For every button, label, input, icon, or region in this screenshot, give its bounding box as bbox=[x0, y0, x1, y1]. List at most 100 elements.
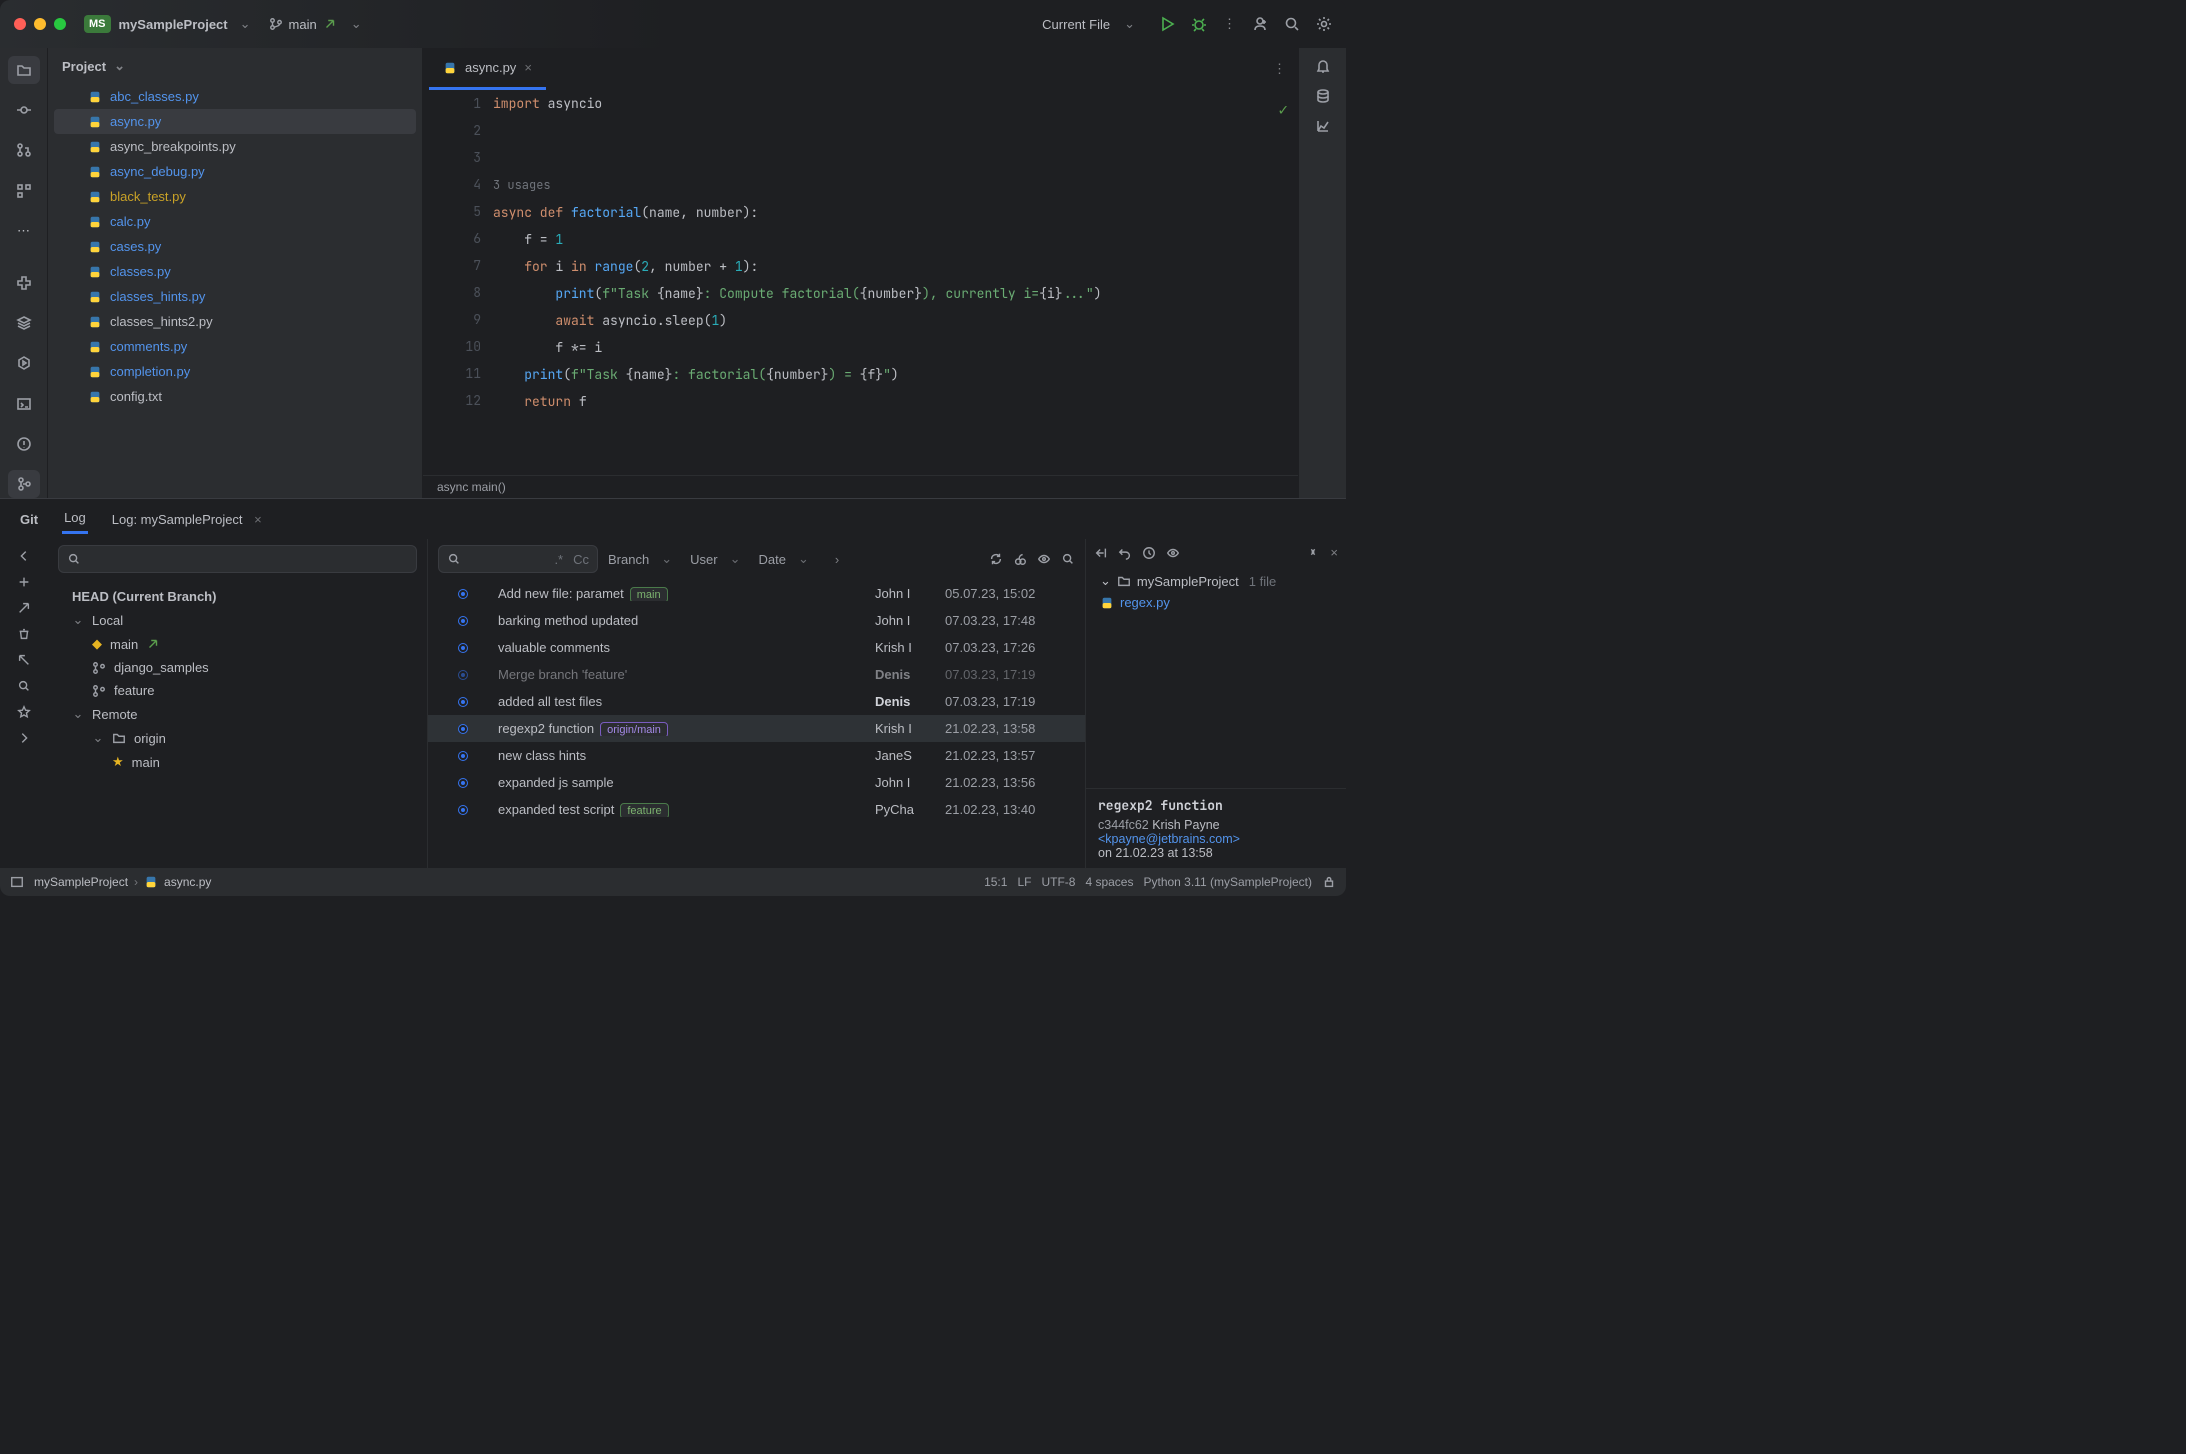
sci-view-icon[interactable] bbox=[1315, 118, 1331, 134]
commit-row[interactable]: Add new file: parametmainJohn I05.07.23,… bbox=[428, 580, 1085, 607]
problems-tool-button[interactable] bbox=[8, 430, 40, 458]
editor-breadcrumb[interactable]: async main() bbox=[423, 475, 1298, 498]
star-icon[interactable] bbox=[17, 705, 31, 719]
kebab-menu-icon[interactable]: ⋮ bbox=[1273, 61, 1286, 77]
caret-position[interactable]: 15:1 bbox=[984, 875, 1007, 889]
file-item[interactable]: async_debug.py bbox=[48, 159, 422, 184]
head-branch-row[interactable]: HEAD (Current Branch) bbox=[56, 585, 419, 608]
commit-row[interactable]: barking method updatedJohn I07.03.23, 17… bbox=[428, 607, 1085, 634]
commit-row[interactable]: regexp2 functionorigin/mainKrish I21.02.… bbox=[428, 715, 1085, 742]
git-tab-log[interactable]: Log bbox=[62, 504, 88, 534]
commit-search-input[interactable]: .* Cc bbox=[438, 545, 598, 573]
match-case-toggle[interactable]: Cc bbox=[573, 552, 589, 567]
commit-tool-button[interactable] bbox=[8, 96, 40, 124]
interpreter[interactable]: Python 3.11 (mySampleProject) bbox=[1143, 875, 1312, 889]
more-tool-button[interactable]: ⋯ bbox=[8, 217, 40, 245]
file-item[interactable]: black_test.py bbox=[48, 184, 422, 209]
pull-requests-tool-button[interactable] bbox=[8, 136, 40, 164]
checkout-icon[interactable] bbox=[1094, 546, 1108, 560]
file-encoding[interactable]: UTF-8 bbox=[1041, 875, 1075, 889]
close-window-button[interactable] bbox=[14, 18, 26, 30]
file-item[interactable]: cases.py bbox=[48, 234, 422, 259]
python-packages-tool-button[interactable] bbox=[8, 309, 40, 337]
file-item[interactable]: classes.py bbox=[48, 259, 422, 284]
search-icon[interactable] bbox=[1061, 552, 1075, 566]
outgoing-icon[interactable] bbox=[17, 653, 31, 667]
branch-filter[interactable]: Branch⌄ bbox=[608, 551, 680, 567]
cherry-pick-icon[interactable] bbox=[1013, 552, 1027, 566]
minimize-window-button[interactable] bbox=[34, 18, 46, 30]
project-tool-button[interactable] bbox=[8, 56, 40, 84]
refresh-icon[interactable] bbox=[989, 552, 1003, 566]
branch-search-input[interactable] bbox=[58, 545, 417, 573]
file-item[interactable]: comments.py bbox=[48, 334, 422, 359]
file-item[interactable]: classes_hints.py bbox=[48, 284, 422, 309]
branch-item[interactable]: feature bbox=[56, 679, 419, 702]
commit-row[interactable]: added all test filesDenis07.03.23, 17:19 bbox=[428, 688, 1085, 715]
eye-icon[interactable] bbox=[1037, 552, 1051, 566]
kebab-menu-icon[interactable]: ⋮ bbox=[1223, 16, 1236, 32]
file-item[interactable]: completion.py bbox=[48, 359, 422, 384]
branch-item[interactable]: ◆ main bbox=[56, 632, 419, 656]
commit-row[interactable]: new class hintsJaneS21.02.23, 13:57 bbox=[428, 742, 1085, 769]
file-item[interactable]: classes_hints2.py bbox=[48, 309, 422, 334]
code-with-me-icon[interactable] bbox=[1252, 16, 1268, 32]
regex-toggle[interactable]: .* bbox=[554, 552, 563, 567]
database-icon[interactable] bbox=[1315, 88, 1331, 104]
close-icon[interactable]: × bbox=[254, 512, 262, 527]
debug-icon[interactable] bbox=[1191, 16, 1207, 32]
structure-tool-button[interactable] bbox=[8, 177, 40, 205]
trash-icon[interactable] bbox=[17, 627, 31, 641]
search-icon[interactable] bbox=[17, 679, 31, 693]
terminal-tool-button[interactable] bbox=[8, 390, 40, 418]
file-item[interactable]: async_breakpoints.py bbox=[48, 134, 422, 159]
project-name[interactable]: mySampleProject bbox=[119, 17, 228, 32]
details-file-row[interactable]: regex.py bbox=[1094, 592, 1338, 613]
details-project-row[interactable]: ⌄ mySampleProject 1 file bbox=[1094, 570, 1338, 592]
close-icon[interactable]: × bbox=[1330, 545, 1338, 560]
search-icon[interactable] bbox=[1284, 16, 1300, 32]
file-item[interactable]: calc.py bbox=[48, 209, 422, 234]
git-tab-git[interactable]: Git bbox=[18, 506, 40, 533]
chevron-right-icon[interactable]: › bbox=[835, 552, 839, 567]
close-icon[interactable]: × bbox=[524, 60, 532, 75]
user-filter[interactable]: User⌄ bbox=[690, 551, 748, 567]
branch-tree[interactable]: HEAD (Current Branch) ⌄ Local ◆ main dja… bbox=[48, 579, 427, 868]
editor-code[interactable]: import asyncio 3 usages async def factor… bbox=[493, 90, 1298, 475]
remote-origin-group[interactable]: ⌄ origin bbox=[56, 726, 419, 750]
file-list[interactable]: abc_classes.pyasync.pyasync_breakpoints.… bbox=[48, 84, 422, 498]
gear-icon[interactable] bbox=[1316, 16, 1332, 32]
incoming-icon[interactable] bbox=[17, 601, 31, 615]
expand-icon[interactable] bbox=[1306, 545, 1320, 559]
chevron-down-icon[interactable]: ⌄ bbox=[240, 16, 251, 32]
commit-list[interactable]: Add new file: parametmainJohn I05.07.23,… bbox=[428, 580, 1085, 868]
run-configuration-picker[interactable]: Current File ⌄ bbox=[1042, 16, 1143, 32]
chevron-left-icon[interactable] bbox=[17, 549, 31, 563]
chevron-down-icon[interactable]: ⌄ bbox=[114, 58, 125, 74]
file-item[interactable]: abc_classes.py bbox=[48, 84, 422, 109]
file-item[interactable]: config.txt bbox=[48, 384, 422, 409]
date-filter[interactable]: Date⌄ bbox=[758, 551, 816, 567]
commit-row[interactable]: valuable commentsKrish I07.03.23, 17:26 bbox=[428, 634, 1085, 661]
git-tab-log-project[interactable]: Log: mySampleProject × bbox=[110, 506, 264, 533]
local-group[interactable]: ⌄ Local bbox=[56, 608, 419, 632]
branch-item[interactable]: ★ main bbox=[56, 750, 419, 774]
indent-setting[interactable]: 4 spaces bbox=[1085, 875, 1133, 889]
line-separator[interactable]: LF bbox=[1017, 875, 1031, 889]
history-icon[interactable] bbox=[1142, 546, 1156, 560]
chevron-right-icon[interactable] bbox=[17, 731, 31, 745]
eye-icon[interactable] bbox=[1166, 546, 1180, 560]
commit-row[interactable]: expanded js sampleJohn I21.02.23, 13:56 bbox=[428, 769, 1085, 796]
services-tool-button[interactable] bbox=[8, 349, 40, 377]
notifications-icon[interactable] bbox=[1315, 58, 1331, 74]
breadcrumb[interactable]: mySampleProject › async.py bbox=[34, 875, 211, 889]
run-icon[interactable] bbox=[1159, 16, 1175, 32]
git-tool-button[interactable] bbox=[8, 470, 40, 498]
module-icon[interactable] bbox=[10, 875, 24, 889]
python-console-tool-button[interactable] bbox=[8, 269, 40, 297]
maximize-window-button[interactable] bbox=[54, 18, 66, 30]
code-editor[interactable]: ✓ 123456789101112 import asyncio 3 usage… bbox=[423, 90, 1298, 475]
editor-tab-active[interactable]: async.py × bbox=[429, 48, 546, 90]
remote-group[interactable]: ⌄ Remote bbox=[56, 702, 419, 726]
commit-row[interactable]: Merge branch 'feature'Denis07.03.23, 17:… bbox=[428, 661, 1085, 688]
